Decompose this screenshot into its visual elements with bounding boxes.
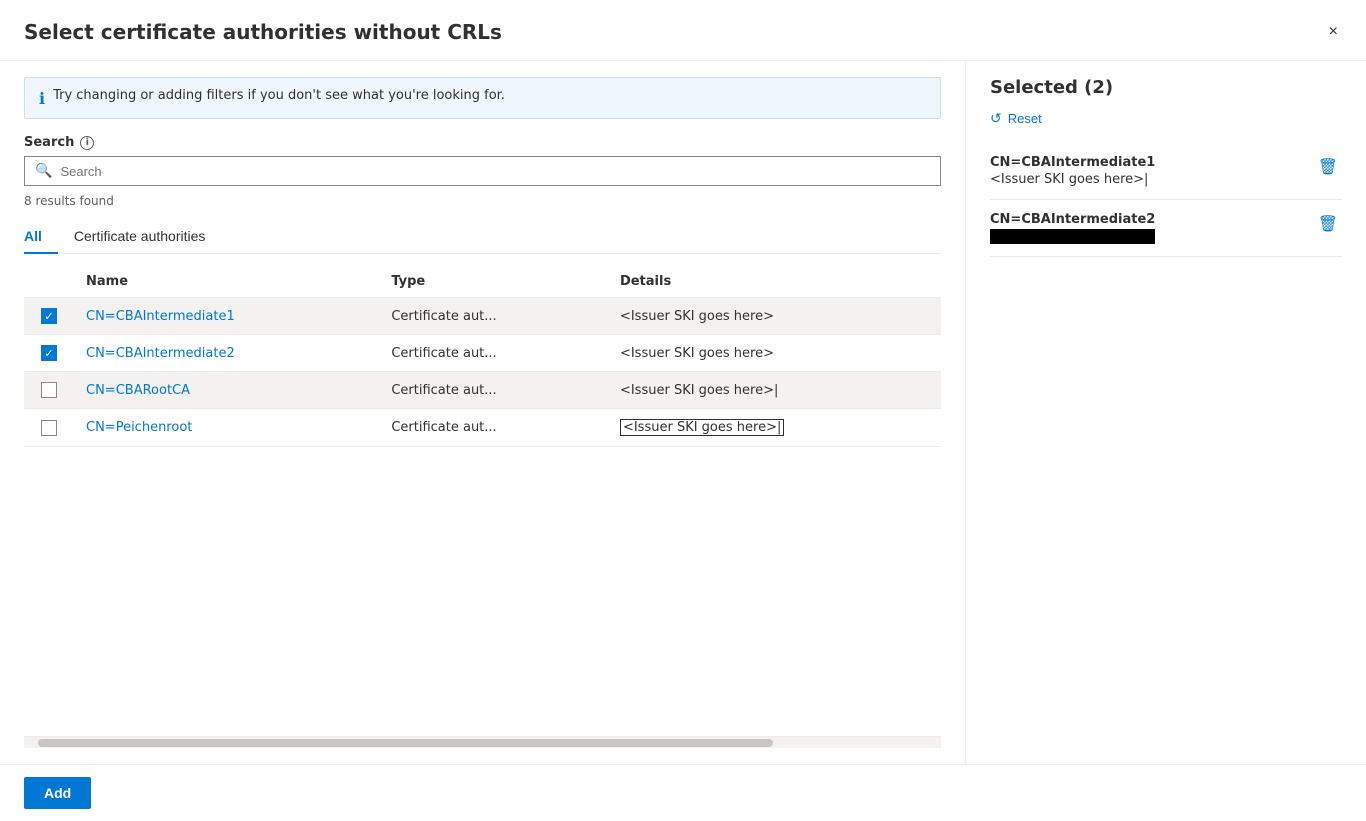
table-row: CN=CBAIntermediate2 Certificate aut... <… bbox=[24, 335, 941, 372]
checkbox-cell bbox=[36, 345, 62, 361]
col-name: Name bbox=[74, 266, 379, 298]
selected-item-1: CN=CBAIntermediate1 <Issuer SKI goes her… bbox=[990, 143, 1342, 200]
selected-item-1-info: CN=CBAIntermediate1 <Issuer SKI goes her… bbox=[990, 155, 1155, 187]
details-cell-1: <Issuer SKI goes here> bbox=[608, 298, 941, 335]
name-cell-1: CN=CBAIntermediate1 bbox=[74, 298, 379, 335]
ca-table: Name Type Details bbox=[24, 266, 941, 447]
tab-all[interactable]: All bbox=[24, 220, 58, 254]
table-row: CN=CBAIntermediate1 Certificate aut... <… bbox=[24, 298, 941, 335]
delete-item-2-button[interactable]: 🗑 bbox=[1314, 212, 1342, 236]
selected-item-2-info: CN=CBAIntermediate2 <Issuer SKI goes her… bbox=[990, 212, 1155, 244]
left-panel: ℹ Try changing or adding filters if you … bbox=[0, 61, 966, 764]
type-cell-3: Certificate aut... bbox=[379, 372, 608, 409]
selected-item-2-name: CN=CBAIntermediate2 bbox=[990, 212, 1155, 227]
details-cell-2: <Issuer SKI goes here> bbox=[608, 335, 941, 372]
name-cell-2: CN=CBAIntermediate2 bbox=[74, 335, 379, 372]
details-cell-3: <Issuer SKI goes here>| bbox=[608, 372, 941, 409]
col-checkbox bbox=[24, 266, 74, 298]
details-box-4: <Issuer SKI goes here>| bbox=[620, 419, 784, 436]
selected-item-1-sub: <Issuer SKI goes here>| bbox=[990, 172, 1155, 187]
tabs: All Certificate authorities bbox=[24, 220, 941, 254]
select-ca-dialog: Select certificate authorities without C… bbox=[0, 0, 1366, 821]
search-input[interactable] bbox=[60, 164, 930, 179]
checkbox-cell bbox=[36, 308, 62, 324]
results-count: 8 results found bbox=[24, 194, 941, 208]
dialog-footer: Add bbox=[0, 764, 1366, 821]
horizontal-scrollbar[interactable] bbox=[24, 736, 941, 748]
dialog-header: Select certificate authorities without C… bbox=[0, 0, 1366, 61]
info-banner: ℹ Try changing or adding filters if you … bbox=[24, 77, 941, 119]
reset-icon: ↺ bbox=[990, 110, 1002, 127]
type-cell-4: Certificate aut... bbox=[379, 409, 608, 447]
checkbox-cell bbox=[36, 420, 62, 436]
reset-label: Reset bbox=[1008, 111, 1042, 126]
selected-item-2: CN=CBAIntermediate2 <Issuer SKI goes her… bbox=[990, 200, 1342, 257]
row-checkbox-4[interactable] bbox=[41, 420, 57, 436]
search-label: Search i bbox=[24, 135, 941, 150]
table-row: CN=CBARootCA Certificate aut... <Issuer … bbox=[24, 372, 941, 409]
close-button[interactable]: × bbox=[1325, 20, 1342, 44]
details-cell-4: <Issuer SKI goes here>| bbox=[608, 409, 941, 447]
dialog-body: ℹ Try changing or adding filters if you … bbox=[0, 61, 1366, 764]
name-cell-3: CN=CBARootCA bbox=[74, 372, 379, 409]
search-info-icon[interactable]: i bbox=[80, 136, 94, 150]
scrollbar-thumb[interactable] bbox=[38, 739, 773, 747]
banner-text: Try changing or adding filters if you do… bbox=[53, 88, 505, 103]
row-checkbox-3[interactable] bbox=[41, 382, 57, 398]
table-row: CN=Peichenroot Certificate aut... <Issue… bbox=[24, 409, 941, 447]
reset-button[interactable]: ↺ Reset bbox=[990, 110, 1342, 127]
dialog-title: Select certificate authorities without C… bbox=[24, 20, 502, 60]
type-cell-1: Certificate aut... bbox=[379, 298, 608, 335]
right-panel: Selected (2) ↺ Reset CN=CBAIntermediate1… bbox=[966, 61, 1366, 764]
row-checkbox-2[interactable] bbox=[41, 345, 57, 361]
name-cell-4: CN=Peichenroot bbox=[74, 409, 379, 447]
search-box: 🔍 bbox=[24, 156, 941, 186]
info-icon: ℹ bbox=[39, 89, 45, 108]
search-icon: 🔍 bbox=[35, 163, 52, 179]
col-details: Details bbox=[608, 266, 941, 298]
row-checkbox-1[interactable] bbox=[41, 308, 57, 324]
table-container: Name Type Details bbox=[24, 266, 941, 736]
delete-item-1-button[interactable]: 🗑 bbox=[1314, 155, 1342, 179]
checkbox-cell bbox=[36, 382, 62, 398]
add-button[interactable]: Add bbox=[24, 777, 91, 809]
selected-item-2-sub: <Issuer SKI goes here> bbox=[990, 229, 1155, 244]
col-type: Type bbox=[379, 266, 608, 298]
tab-certificate-authorities[interactable]: Certificate authorities bbox=[58, 220, 222, 254]
type-cell-2: Certificate aut... bbox=[379, 335, 608, 372]
selected-item-1-name: CN=CBAIntermediate1 bbox=[990, 155, 1155, 170]
selected-header: Selected (2) bbox=[990, 77, 1342, 98]
search-label-text: Search bbox=[24, 135, 74, 150]
